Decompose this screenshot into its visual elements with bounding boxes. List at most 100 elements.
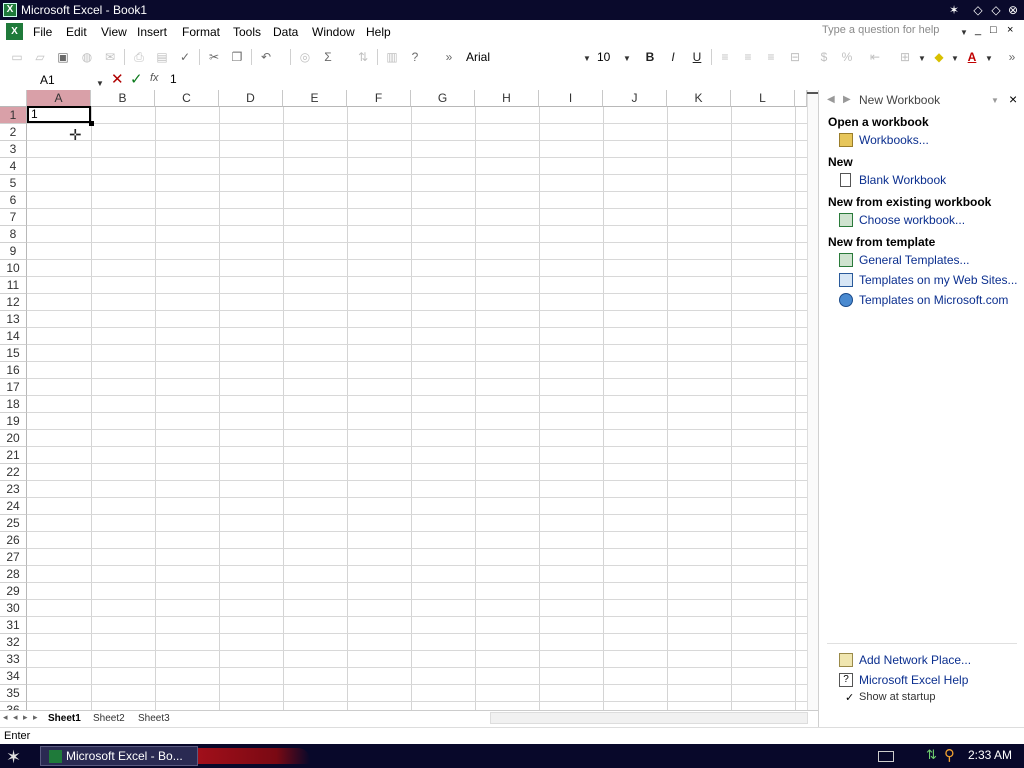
active-cell-a1[interactable]: 1 (27, 106, 91, 123)
tab-sheet1[interactable]: Sheet1 (48, 713, 81, 724)
link-choose-workbook[interactable]: Choose workbook... (859, 213, 965, 227)
column-header-b[interactable]: B (91, 90, 155, 107)
fill-dropdown-icon[interactable]: ▼ (951, 54, 959, 63)
row-header[interactable]: 19 (0, 413, 27, 430)
link-blank-workbook[interactable]: Blank Workbook (859, 173, 946, 187)
fill-color-icon[interactable]: ◆ (930, 48, 948, 66)
row-header[interactable]: 4 (0, 158, 27, 175)
font-dropdown-icon[interactable]: ▼ (583, 54, 591, 63)
hyperlink-icon[interactable]: ◎ (296, 48, 314, 66)
row-header[interactable]: 18 (0, 396, 27, 413)
column-header-g[interactable]: G (411, 90, 475, 107)
borders-icon[interactable]: ⊞ (896, 48, 914, 66)
document-icon[interactable]: X (6, 23, 23, 40)
menu-tools[interactable]: Tools (233, 25, 261, 39)
row-header[interactable]: 3 (0, 141, 27, 158)
row-header[interactable]: 8 (0, 226, 27, 243)
chart-wizard-icon[interactable]: ▥ (383, 48, 401, 66)
menu-window[interactable]: Window (312, 25, 355, 39)
cut-icon[interactable]: ✂ (205, 48, 223, 66)
row-header[interactable]: 2 (0, 124, 27, 141)
row-header[interactable]: 24 (0, 498, 27, 515)
align-center-icon[interactable]: ≡ (739, 48, 757, 66)
align-left-icon[interactable]: ≡ (716, 48, 734, 66)
decrease-indent-icon[interactable]: ⇤ (866, 48, 884, 66)
menu-data[interactable]: Data (273, 25, 298, 39)
link-microsoft-templates[interactable]: Templates on Microsoft.com (859, 293, 1008, 307)
row-header[interactable]: 21 (0, 447, 27, 464)
menu-help[interactable]: Help (366, 25, 391, 39)
font-color-dropdown-icon[interactable]: ▼ (985, 54, 993, 63)
link-add-network-place[interactable]: Add Network Place... (859, 653, 971, 667)
row-header[interactable]: 27 (0, 549, 27, 566)
prev-sheet-icon[interactable]: ◂ (13, 712, 18, 723)
spelling-icon[interactable]: ✓ (176, 48, 194, 66)
font-color-icon[interactable]: A (963, 48, 981, 66)
bold-button[interactable]: B (641, 48, 659, 66)
doc-restore-icon[interactable]: □ (990, 24, 997, 36)
row-header[interactable]: 36 (0, 702, 27, 710)
underline-button[interactable]: U (688, 48, 706, 66)
minimize-icon[interactable]: ✶ (946, 2, 962, 18)
excel-app-icon[interactable]: X (3, 3, 17, 17)
row-header[interactable]: 9 (0, 243, 27, 260)
link-workbooks[interactable]: Workbooks... (859, 133, 929, 147)
column-header-e[interactable]: E (283, 90, 347, 107)
network-tray-icon[interactable]: ⇅ (926, 747, 937, 763)
ask-question-box[interactable]: Type a question for help (822, 24, 970, 40)
close-window-icon[interactable]: ⊗ (1005, 2, 1021, 18)
insert-function-icon[interactable]: fx (150, 72, 159, 84)
worksheet-grid[interactable]: A B C D E F G H I J K L 1 2 3 4 5 6 7 8 … (0, 90, 818, 710)
column-header-c[interactable]: C (155, 90, 219, 107)
row-header[interactable]: 30 (0, 600, 27, 617)
doc-minimize-icon[interactable]: _ (975, 24, 981, 36)
row-header[interactable]: 6 (0, 192, 27, 209)
merge-center-icon[interactable]: ⊟ (786, 48, 804, 66)
row-header[interactable]: 26 (0, 532, 27, 549)
link-general-templates[interactable]: General Templates... (859, 253, 970, 267)
row-header[interactable]: 17 (0, 379, 27, 396)
save-icon[interactable]: ▣ (54, 48, 72, 66)
row-header[interactable]: 31 (0, 617, 27, 634)
column-header-j[interactable]: J (603, 90, 667, 107)
cancel-icon[interactable]: ✕ (111, 70, 124, 88)
forward-arrow-icon[interactable]: ▶ (843, 94, 851, 105)
name-box[interactable]: A1 ▼ (2, 72, 104, 88)
keyboard-icon[interactable] (878, 751, 894, 762)
row-header[interactable]: 12 (0, 294, 27, 311)
fill-handle[interactable] (89, 121, 94, 126)
column-header-f[interactable]: F (347, 90, 411, 107)
first-sheet-icon[interactable]: ◂ (3, 712, 8, 723)
undo-icon[interactable]: ↶ (257, 48, 275, 66)
row-header[interactable]: 7 (0, 209, 27, 226)
row-header[interactable]: 1 (0, 107, 27, 124)
row-header[interactable]: 33 (0, 651, 27, 668)
copy-icon[interactable]: ❐ (228, 48, 246, 66)
restore-icon[interactable]: ◇ (970, 2, 986, 18)
row-header[interactable]: 15 (0, 345, 27, 362)
next-sheet-icon[interactable]: ▸ (23, 712, 28, 723)
email-icon[interactable]: ✉ (101, 48, 119, 66)
column-header-a[interactable]: A (27, 90, 91, 107)
row-header[interactable]: 20 (0, 430, 27, 447)
select-all-corner[interactable] (0, 90, 27, 107)
maximize-icon[interactable]: ◇ (988, 2, 1004, 18)
column-header-h[interactable]: H (475, 90, 539, 107)
row-header[interactable]: 34 (0, 668, 27, 685)
sort-ascending-icon[interactable]: ⇅ (354, 48, 372, 66)
print-icon[interactable]: ⎙ (130, 48, 148, 66)
tab-sheet2[interactable]: Sheet2 (93, 713, 125, 724)
size-dropdown-icon[interactable]: ▼ (623, 54, 631, 63)
row-header[interactable]: 10 (0, 260, 27, 277)
row-header[interactable]: 32 (0, 634, 27, 651)
task-pane-menu-icon[interactable]: ▼ (991, 96, 999, 105)
taskbar-excel-button[interactable]: Microsoft Excel - Bo... (40, 746, 198, 766)
font-name-select[interactable]: Arial (466, 48, 592, 66)
startup-checkbox[interactable]: ✓ (845, 691, 854, 704)
row-header[interactable]: 22 (0, 464, 27, 481)
row-header[interactable]: 5 (0, 175, 27, 192)
column-header-k[interactable]: K (667, 90, 731, 107)
horizontal-scrollbar[interactable] (490, 712, 808, 724)
currency-icon[interactable]: $ (815, 48, 833, 66)
enter-check-icon[interactable]: ✓ (130, 70, 143, 88)
